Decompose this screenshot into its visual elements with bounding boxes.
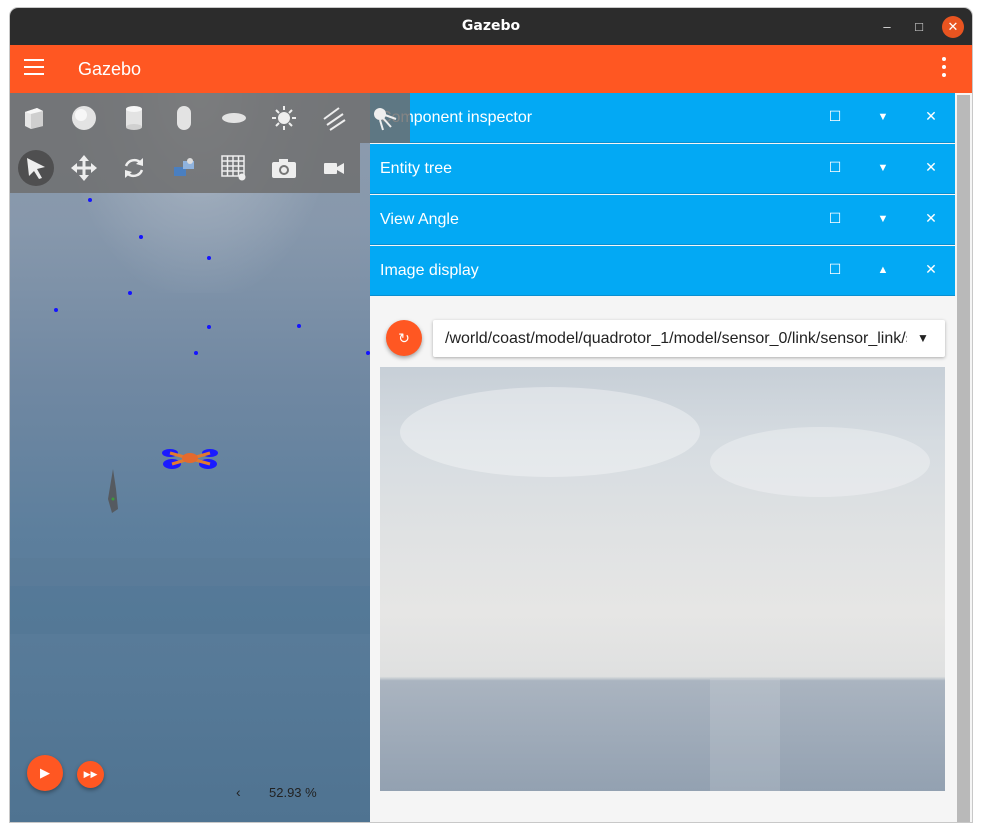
panel-close-button[interactable]: ✕	[923, 261, 939, 278]
panel-collapse-button[interactable]: ▼	[875, 213, 891, 225]
panel-expand-button[interactable]: ▲	[875, 264, 891, 276]
panel-header-image-display[interactable]: Image display ☐ ▲ ✕	[370, 246, 955, 296]
ellipsoid-icon[interactable]	[221, 105, 247, 131]
cylinder-icon[interactable]	[121, 105, 147, 131]
window-title: Gazebo	[461, 18, 521, 34]
panel-maximize-button[interactable]: ☐	[827, 261, 843, 278]
video-record-icon[interactable]	[321, 155, 347, 181]
marker-dot	[54, 308, 58, 312]
dropdown-arrow-icon: ▼	[917, 331, 929, 345]
marker-dot	[297, 324, 301, 328]
screenshot-camera-icon[interactable]	[271, 155, 297, 181]
panel-header-component-inspector[interactable]: Component inspector ☐ ▼ ✕	[370, 93, 955, 143]
panel-collapse-button[interactable]: ▼	[875, 162, 891, 174]
app-bar: Gazebo	[10, 45, 972, 93]
sun-reflection	[710, 679, 780, 791]
selected-topic: /world/coast/model/quadrotor_1/model/sen…	[445, 330, 907, 347]
panel-maximize-button[interactable]: ☐	[827, 210, 843, 227]
window-titlebar[interactable]: Gazebo – □ ✕	[10, 8, 972, 45]
point-light-icon[interactable]	[271, 105, 297, 131]
sphere-icon[interactable]	[71, 105, 97, 131]
water-band	[10, 558, 370, 586]
cloud	[400, 387, 700, 477]
panel-maximize-button[interactable]: ☐	[827, 159, 843, 176]
maximize-button[interactable]: □	[908, 16, 930, 38]
quadrotor-model[interactable]	[162, 445, 218, 471]
snap-icon[interactable]	[171, 155, 197, 181]
hamburger-icon[interactable]	[24, 59, 44, 77]
marker-dot	[207, 256, 211, 260]
close-window-button[interactable]: ✕	[942, 16, 964, 38]
panel-title: Image display	[380, 262, 479, 279]
marker-dot	[128, 291, 132, 295]
panel-close-button[interactable]: ✕	[923, 210, 939, 227]
panel-header-entity-tree[interactable]: Entity tree ☐ ▼ ✕	[370, 144, 955, 194]
stats-expand-chevron[interactable]: ‹	[236, 784, 241, 800]
marker-dot	[207, 325, 211, 329]
shapes-toolbar	[10, 93, 410, 143]
spot-light-icon[interactable]	[371, 105, 397, 131]
transform-toolbar	[10, 143, 360, 193]
select-arrow-icon[interactable]	[23, 155, 49, 181]
translate-icon[interactable]	[71, 155, 97, 181]
panel-close-button[interactable]: ✕	[923, 159, 939, 176]
marker-dot	[194, 351, 198, 355]
rotate-icon[interactable]	[121, 155, 147, 181]
marker-dot	[88, 198, 92, 202]
panel-header-view-angle[interactable]: View Angle ☐ ▼ ✕	[370, 195, 955, 245]
grid-icon[interactable]	[221, 155, 247, 181]
capsule-icon[interactable]	[171, 105, 197, 131]
play-button[interactable]: ▶	[27, 755, 63, 791]
panel-scrollbar[interactable]	[957, 95, 970, 822]
refresh-topics-button[interactable]: ↻	[386, 320, 422, 356]
plugin-panel: Component inspector ☐ ▼ ✕ Entity tree ☐ …	[370, 93, 955, 822]
marker-dot	[139, 235, 143, 239]
scene-3d-viewport[interactable]	[10, 93, 370, 822]
gazebo-window: Gazebo – □ ✕ Gazebo ▶ ▶▶ ‹ 52.93 % Compo…	[10, 8, 972, 822]
camera-image-view	[380, 367, 945, 791]
cloud	[710, 427, 930, 497]
app-title: Gazebo	[78, 59, 142, 79]
minimize-button[interactable]: –	[876, 16, 898, 38]
real-time-factor: 52.93 %	[269, 785, 317, 800]
buoy-model	[108, 469, 118, 513]
panel-maximize-button[interactable]: ☐	[827, 108, 843, 125]
panel-close-button[interactable]: ✕	[923, 108, 939, 125]
panel-collapse-button[interactable]: ▼	[875, 111, 891, 123]
directional-light-icon[interactable]	[321, 105, 347, 131]
box-icon[interactable]	[21, 105, 47, 131]
panel-title: Entity tree	[380, 160, 453, 177]
water-band	[10, 586, 370, 634]
image-topic-select[interactable]: /world/coast/model/quadrotor_1/model/sen…	[433, 320, 945, 357]
kebab-icon[interactable]	[940, 57, 948, 81]
step-button[interactable]: ▶▶	[77, 761, 104, 788]
panel-title: View Angle	[380, 211, 459, 228]
